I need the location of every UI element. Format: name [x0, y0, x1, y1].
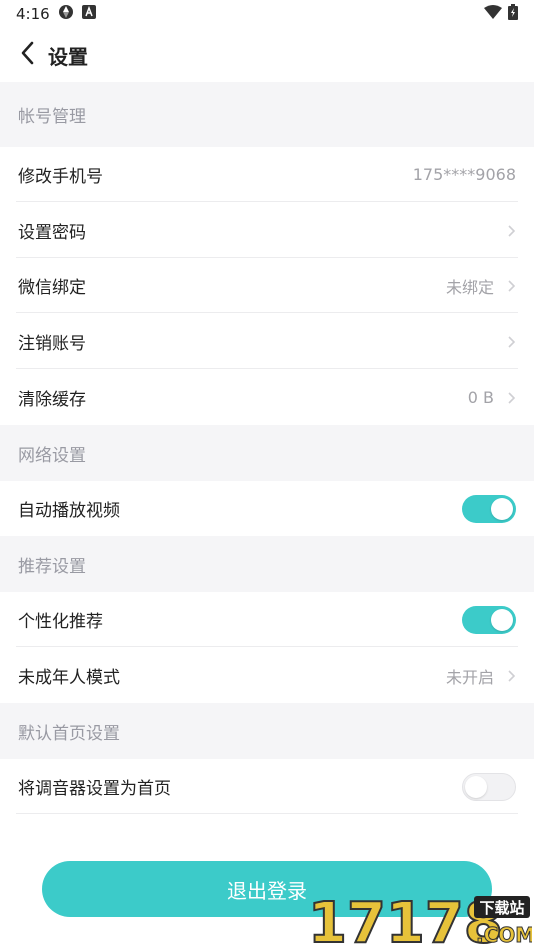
chevron-right-icon	[506, 278, 516, 294]
phone-value: 175****9068	[412, 165, 516, 184]
row-value-area: 0 B	[468, 388, 516, 407]
row-label: 注销账号	[18, 334, 86, 354]
nav-bar: 设置	[0, 28, 534, 82]
chevron-right-icon	[506, 223, 516, 239]
toggle-knob	[465, 775, 487, 798]
status-left: 4:16	[16, 4, 96, 24]
status-right	[484, 4, 518, 24]
row-value-area: 未开启	[446, 664, 516, 688]
row-label: 设置密码	[18, 223, 86, 243]
minor-mode-status: 未开启	[445, 667, 494, 687]
watermark-number: 17178	[308, 891, 503, 948]
row-label: 自动播放视频	[18, 501, 120, 521]
notification-a-icon	[81, 5, 96, 23]
row-minor-mode[interactable]: 未成年人模式 未开启	[0, 648, 534, 703]
status-time: 4:16	[16, 5, 50, 23]
toggle-knob	[491, 497, 513, 520]
toggle-knob	[491, 608, 513, 631]
row-label: 微信绑定	[18, 278, 86, 298]
chevron-right-icon	[506, 668, 516, 684]
tuner-home-toggle[interactable]	[462, 772, 516, 801]
section-header-homepage: 默认首页设置	[0, 703, 534, 759]
row-clear-cache[interactable]: 清除缓存 0 B	[0, 370, 534, 425]
cache-size: 0 B	[467, 388, 494, 407]
status-bar: 4:16	[0, 0, 534, 28]
row-set-password[interactable]: 设置密码	[0, 203, 534, 258]
row-value-area: 175****9068	[413, 165, 516, 184]
section-header-network: 网络设置	[0, 425, 534, 481]
section-header-recommend: 推荐设置	[0, 536, 534, 592]
row-label: 清除缓存	[18, 390, 86, 410]
watermark-suffix: .COM	[476, 923, 532, 947]
back-arrow-icon[interactable]	[20, 41, 34, 69]
page-title: 设置	[48, 44, 88, 69]
battery-icon	[508, 4, 518, 24]
row-value-area	[506, 223, 516, 239]
wifi-icon	[484, 5, 502, 23]
autoplay-toggle[interactable]	[462, 494, 516, 523]
row-wechat-binding[interactable]: 微信绑定 未绑定	[0, 258, 534, 313]
row-personalized-recommend: 个性化推荐	[0, 592, 534, 647]
row-label: 将调音器设置为首页	[18, 779, 171, 799]
row-autoplay-video: 自动播放视频	[0, 481, 534, 536]
chevron-right-icon	[506, 334, 516, 350]
aperture-icon	[58, 4, 74, 24]
row-tuner-homepage: 将调音器设置为首页	[0, 759, 534, 814]
watermark-logo: 17178 下载站 .COM	[306, 890, 534, 952]
section-header-account: 帐号管理	[0, 82, 534, 147]
chevron-right-icon	[506, 390, 516, 406]
row-change-phone[interactable]: 修改手机号 175****9068	[0, 147, 534, 202]
row-label: 个性化推荐	[18, 612, 103, 632]
row-cancel-account[interactable]: 注销账号	[0, 314, 534, 369]
row-value-area	[506, 334, 516, 350]
row-label: 未成年人模式	[18, 668, 120, 688]
watermark-badge: 下载站	[479, 899, 524, 917]
personalized-toggle[interactable]	[462, 605, 516, 634]
wechat-status: 未绑定	[445, 277, 494, 297]
row-label: 修改手机号	[18, 167, 103, 187]
row-value-area: 未绑定	[446, 274, 516, 298]
